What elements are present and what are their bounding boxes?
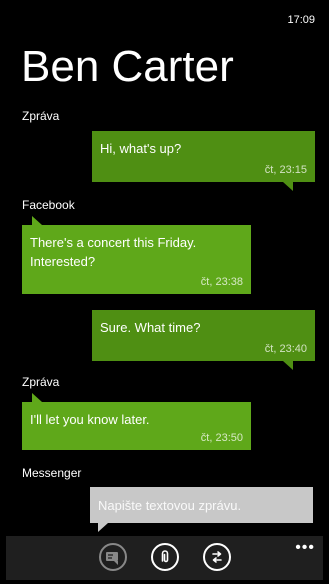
paperclip-icon (161, 550, 169, 563)
app-bar: ••• (6, 536, 323, 580)
bubble-tail (32, 393, 42, 402)
message-bubble-received[interactable]: There's a concert this Friday. Intereste… (22, 216, 251, 294)
message-timestamp: čt, 23:50 (200, 432, 243, 444)
more-options-button[interactable]: ••• (295, 539, 315, 557)
switch-channel-icon (212, 551, 222, 563)
compose-tail (98, 523, 108, 532)
switch-channel-button[interactable] (203, 543, 231, 571)
status-clock: 17:09 (287, 14, 315, 26)
message-text: I'll let you know later. (30, 412, 150, 427)
message-timestamp: čt, 23:15 (264, 164, 307, 176)
voice-button[interactable] (99, 543, 127, 571)
contact-name-title: Ben Carter (21, 42, 234, 91)
speech-to-text-icon (106, 552, 118, 565)
channel-label: Zpráva (22, 375, 60, 389)
message-bubble-sent[interactable]: Hi, what's up? čt, 23:15 (92, 131, 315, 191)
message-bubble-sent[interactable]: Sure. What time? čt, 23:40 (92, 310, 315, 370)
message-timestamp: čt, 23:40 (264, 343, 307, 355)
message-text: Sure. What time? (100, 320, 201, 335)
message-bubble-received[interactable]: I'll let you know later. čt, 23:50 (22, 393, 251, 450)
messaging-screen: 17:09 Ben Carter Zpráva Hi, what's up? č… (6, 4, 323, 580)
message-text: There's a concert this Friday. Intereste… (30, 235, 197, 269)
channel-label: Zpráva (22, 109, 60, 123)
channel-label: Facebook (22, 198, 75, 212)
compose-channel-label[interactable]: Messenger (22, 466, 81, 480)
bubble-tail (283, 182, 293, 191)
message-timestamp: čt, 23:38 (200, 276, 243, 288)
bubble-tail (283, 361, 293, 370)
message-input[interactable] (90, 487, 313, 523)
bubble-tail (32, 216, 42, 225)
compose-box[interactable] (90, 487, 313, 523)
attach-button[interactable] (151, 543, 179, 571)
message-text: Hi, what's up? (100, 141, 182, 156)
